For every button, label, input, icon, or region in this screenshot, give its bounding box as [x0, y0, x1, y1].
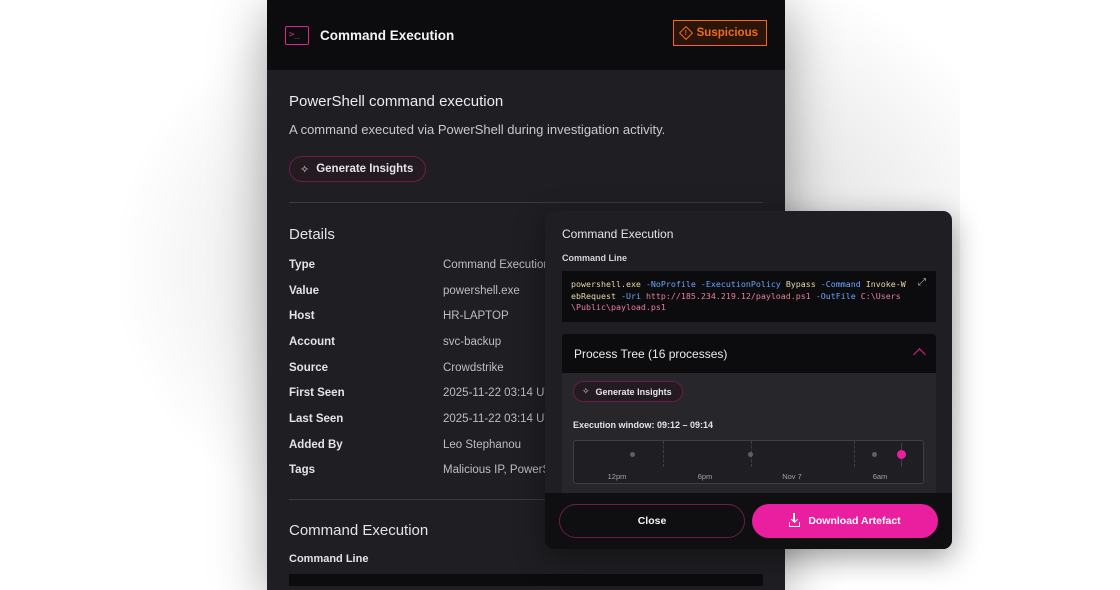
detail-label: Value	[289, 284, 320, 297]
code-token: Bypass	[785, 279, 821, 289]
command-line-label: Command Line	[289, 553, 369, 566]
code-token: http://185.234.219.12/payload.ps1	[645, 290, 816, 301]
command-line-box	[289, 574, 763, 587]
detail-label: Type	[289, 258, 315, 271]
sparkle-icon: ✧	[582, 386, 590, 396]
process-tree-generate-insights-button[interactable]: ✧ Generate Insights	[573, 381, 683, 402]
code-token: powershell.exe	[571, 279, 646, 289]
sparkle-icon: ✧	[300, 163, 310, 176]
timeline-tick: 6am	[872, 472, 888, 481]
process-tree-header[interactable]: Process Tree (16 processes)	[562, 334, 936, 373]
timeline-gridline	[663, 441, 664, 467]
detail-value: Command Execution	[443, 258, 550, 271]
generate-insights-label: Generate Insights	[316, 163, 414, 175]
download-artefact-button[interactable]: Download Artefact	[752, 504, 938, 538]
detail-label: Tags	[289, 464, 315, 477]
expand-icon[interactable]: ⤢	[918, 278, 928, 288]
detail-label: Source	[289, 361, 328, 374]
detail-value: powershell.exe	[443, 284, 520, 297]
timeline-event[interactable]	[630, 452, 635, 457]
generate-insights-label: Generate Insights	[595, 386, 672, 397]
detail-label: Last Seen	[289, 412, 344, 425]
download-button-label: Download Artefact	[808, 515, 901, 527]
card-title: Command Execution	[562, 227, 674, 241]
detail-label: Account	[289, 335, 335, 348]
code-token: -OutFile	[815, 290, 861, 301]
detail-value: svc-backup	[443, 335, 502, 348]
timeline-tick: 12pm	[607, 472, 627, 481]
event-title: PowerShell command execution	[289, 93, 504, 110]
code-token: -NoProfile -ExecutionPolicy	[645, 279, 786, 289]
suspicious-badge: ! Suspicious	[672, 20, 767, 46]
execution-window-label: Execution window: 09:12 – 09:14	[573, 420, 714, 430]
code-token: -Command	[820, 279, 866, 289]
detail-value: Crowdstrike	[443, 361, 504, 374]
timeline-gridline	[854, 441, 855, 467]
diamond-alert-icon: !	[678, 25, 693, 41]
execution-timeline[interactable]: 12pm 6pm Nov 7 6am	[573, 440, 924, 484]
timeline-tick: 6pm	[697, 472, 713, 481]
terminal-icon: >_	[285, 25, 309, 45]
badge-label: Suspicious	[696, 27, 758, 39]
command-line-code: powershell.exe -NoProfile -ExecutionPoli…	[562, 271, 936, 322]
card-footer: Close Download Artefact	[545, 493, 952, 549]
timeline-event[interactable]	[748, 452, 753, 457]
panel-header: >_ Command Execution ! Suspicious	[267, 0, 785, 70]
detail-value: HR-LAPTOP	[443, 310, 509, 323]
chevron-up-icon[interactable]	[913, 348, 926, 361]
close-button[interactable]: Close	[559, 504, 745, 538]
close-button-label: Close	[637, 515, 667, 527]
divider	[289, 202, 763, 203]
detail-value: 2025-11-22 03:14 UTC	[443, 387, 560, 400]
detail-value: 2025-11-22 03:14 UTC	[443, 412, 560, 425]
detail-label: Added By	[289, 438, 343, 451]
detail-value: Leo Stephanou	[443, 438, 522, 451]
timeline-event-active[interactable]	[897, 450, 906, 459]
process-tree-title: Process Tree (16 processes)	[574, 346, 728, 361]
detail-label: First Seen	[289, 387, 345, 400]
panel-title: Command Execution	[320, 27, 455, 43]
generate-insights-button[interactable]: ✧ Generate Insights	[289, 156, 427, 182]
code-token: -Uri	[620, 290, 646, 301]
detail-label: Host	[289, 310, 315, 323]
command-execution-card: Command Execution Command Line powershel…	[545, 211, 952, 549]
event-description: A command executed via PowerShell during…	[289, 122, 666, 137]
timeline-tick: Nov 7	[782, 472, 802, 481]
process-tree-body: ✧ Generate Insights Execution window: 09…	[562, 373, 936, 493]
download-icon	[789, 512, 801, 527]
timeline-event[interactable]	[872, 452, 877, 457]
command-line-label: Command Line	[562, 253, 628, 263]
